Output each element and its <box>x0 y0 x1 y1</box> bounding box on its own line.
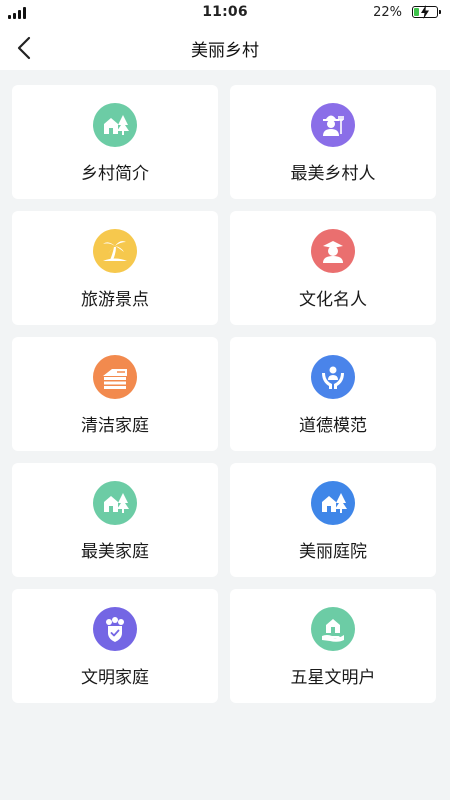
tile-five-star-household[interactable]: 五星文明户 <box>230 589 436 703</box>
house-tree-icon <box>93 481 137 525</box>
tile-beautiful-courtyard[interactable]: 美丽庭院 <box>230 463 436 577</box>
hands-person-icon <box>311 355 355 399</box>
house-tree-icon <box>93 103 137 147</box>
tile-moral-models[interactable]: 道德模范 <box>230 337 436 451</box>
battery-percentage: 22% <box>373 5 402 20</box>
clean-house-icon <box>93 355 137 399</box>
tile-label: 最美家庭 <box>81 542 149 562</box>
tile-label: 文明家庭 <box>81 668 149 688</box>
scholar-icon <box>311 229 355 273</box>
tile-clean-family[interactable]: 清洁家庭 <box>12 337 218 451</box>
tile-cultural-celebrities[interactable]: 文化名人 <box>230 211 436 325</box>
status-bar: 11:06 22% <box>0 0 450 26</box>
navigation-bar: 美丽乡村 <box>0 26 450 70</box>
tile-label: 五星文明户 <box>290 668 376 688</box>
tile-label: 道德模范 <box>299 416 367 436</box>
battery-icon <box>412 5 441 19</box>
hand-home-icon <box>311 607 355 651</box>
tile-tourist-attractions[interactable]: 旅游景点 <box>12 211 218 325</box>
tile-label: 乡村简介 <box>81 164 149 184</box>
house-tree-icon <box>311 481 355 525</box>
tile-label: 最美乡村人 <box>290 164 376 184</box>
tile-most-beautiful-villager[interactable]: 最美乡村人 <box>230 85 436 199</box>
tile-label: 旅游景点 <box>81 290 149 310</box>
menu-grid: 乡村简介 最美乡村人 旅游景点 文化名人 清洁家庭 道德模范 最美家庭 美丽庭院… <box>12 85 438 703</box>
tile-label: 美丽庭院 <box>299 542 367 562</box>
tile-civilized-family[interactable]: 文明家庭 <box>12 589 218 703</box>
tile-label: 清洁家庭 <box>81 416 149 436</box>
palm-island-icon <box>93 229 137 273</box>
family-shield-icon <box>93 607 137 651</box>
tile-most-beautiful-family[interactable]: 最美家庭 <box>12 463 218 577</box>
tile-village-intro[interactable]: 乡村简介 <box>12 85 218 199</box>
tile-label: 文化名人 <box>299 290 367 310</box>
page-title: 美丽乡村 <box>191 41 259 61</box>
farmer-icon <box>311 103 355 147</box>
